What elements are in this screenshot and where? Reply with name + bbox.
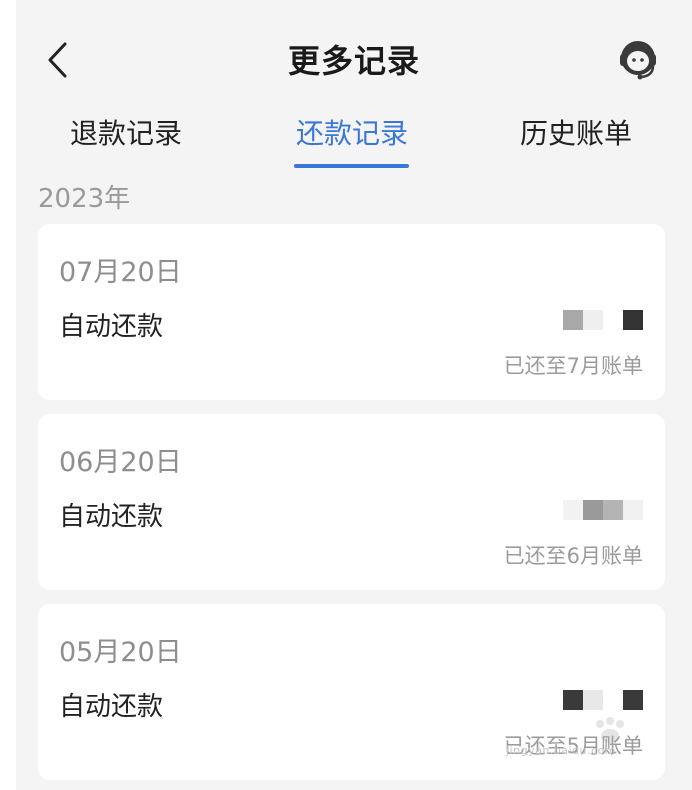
page-title: 更多记录 (287, 42, 420, 80)
watermark-text: jingyan.baidu.com (506, 744, 617, 757)
record-status: 已还至7月账单 (503, 354, 643, 378)
record-type: 自动还款 (59, 312, 164, 342)
record-card[interactable]: 06月20日 自动还款 已还至6月账单 (38, 414, 665, 590)
record-card[interactable]: 07月20日 自动还款 已还至7月账单 (38, 224, 665, 400)
tab-refund-records[interactable]: 退款记录 (26, 112, 226, 152)
customer-service-icon (620, 41, 656, 80)
record-date: 05月20日 (59, 637, 182, 668)
tab-bill-history[interactable]: 历史账单 (476, 112, 676, 152)
screen: 更多记录 退款记录 还款记录 历史账单 2023年 07月20日 自动还款 已还… (16, 0, 692, 790)
watermark-paw-icon (596, 717, 624, 743)
record-date: 07月20日 (59, 257, 182, 288)
record-type: 自动还款 (59, 692, 164, 722)
record-amount-redacted (563, 310, 643, 332)
record-amount-redacted (563, 500, 643, 522)
tab-bar: 退款记录 还款记录 历史账单 (16, 106, 692, 172)
record-amount-redacted (563, 690, 643, 712)
record-status: 已还至6月账单 (503, 544, 643, 568)
record-type: 自动还款 (59, 502, 164, 532)
tab-repayment-records[interactable]: 还款记录 (252, 112, 452, 152)
record-date: 06月20日 (59, 447, 182, 478)
customer-service-button[interactable] (614, 36, 662, 84)
active-tab-indicator (294, 164, 409, 168)
year-label: 2023年 (38, 184, 131, 214)
header: 更多记录 (16, 0, 692, 112)
